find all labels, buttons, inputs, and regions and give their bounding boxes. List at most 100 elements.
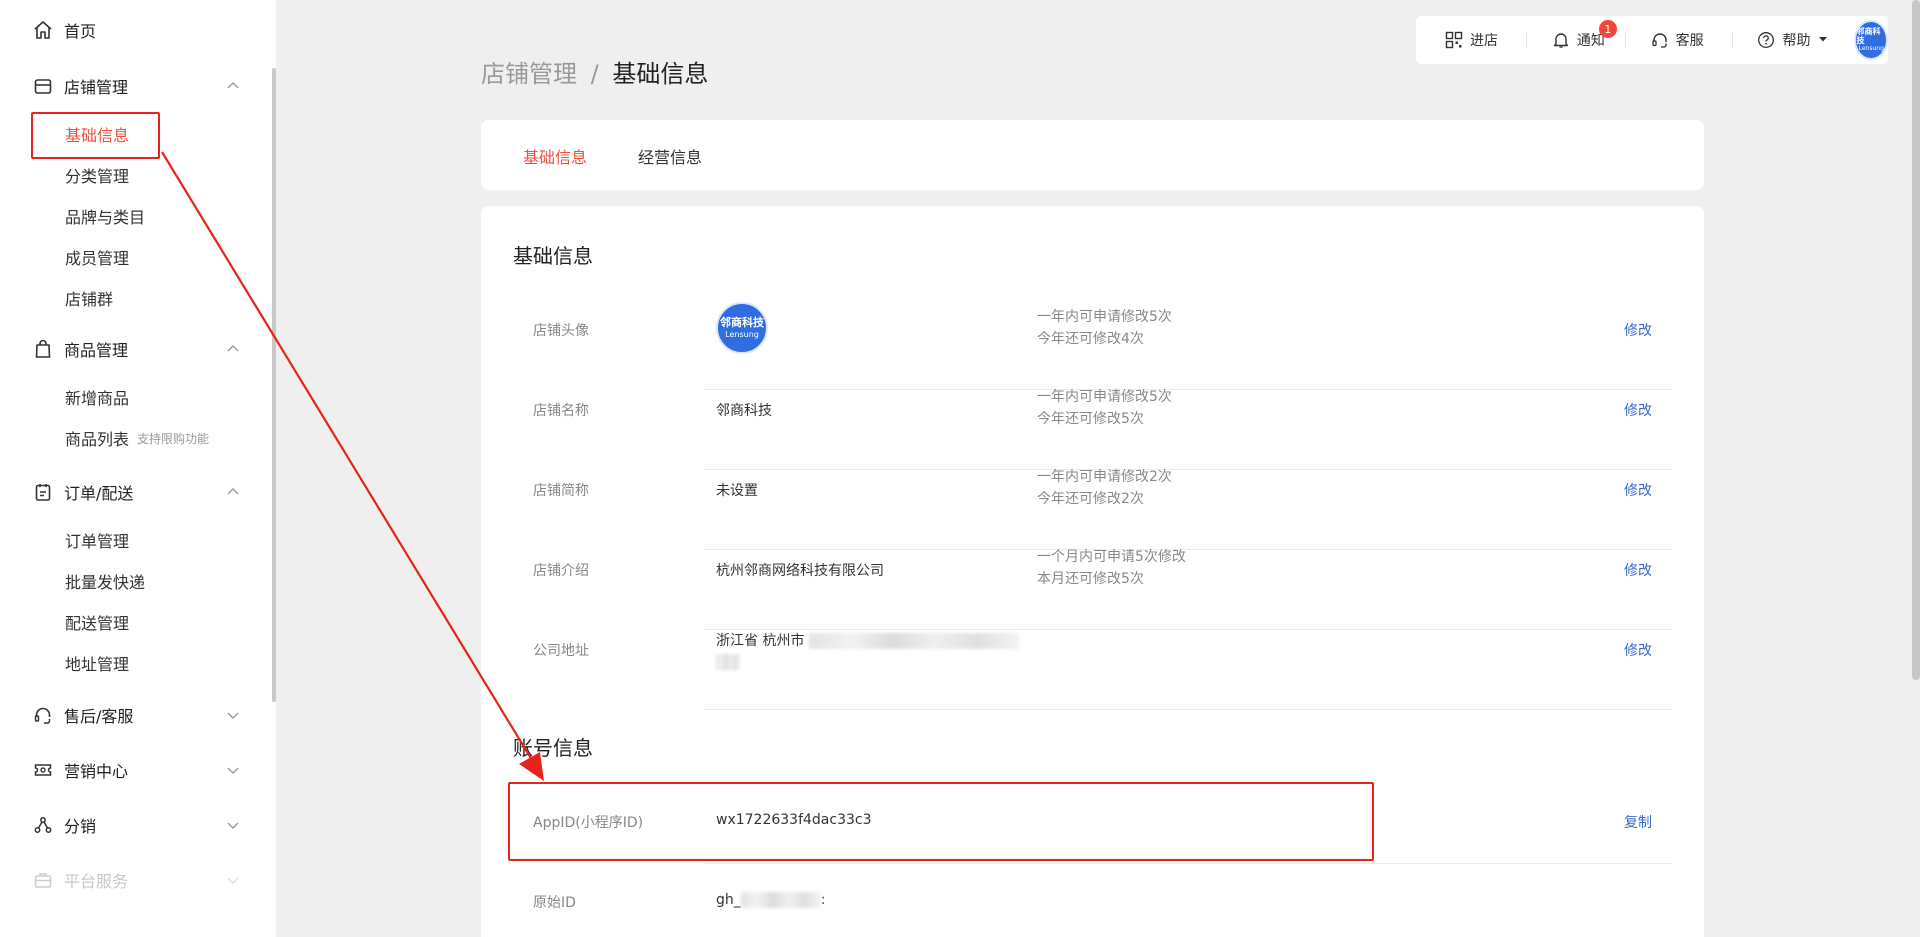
enter-store-label: 进店 — [1470, 33, 1498, 49]
page-scrollbar[interactable] — [1912, 0, 1920, 680]
sidebar-group-label: 营销中心 — [64, 762, 129, 781]
sidebar-item-home[interactable]: 首页 — [32, 15, 240, 45]
sidebar-item-goods-list[interactable]: 商品列表 支持限购功能 — [65, 426, 209, 450]
sidebar-group-after-sales[interactable]: 售后/客服 — [32, 700, 240, 730]
toolbar-divider — [1526, 31, 1527, 49]
edit-avatar-link[interactable]: 修改 — [1624, 320, 1652, 340]
row-label: 店铺介绍 — [533, 563, 589, 579]
question-circle-icon — [1756, 30, 1776, 50]
sidebar-group-platform[interactable]: 平台服务 — [32, 865, 240, 895]
sidebar-item-label: 首页 — [64, 22, 97, 41]
row-label: 公司地址 — [533, 643, 589, 659]
row-label: 店铺简称 — [533, 483, 589, 499]
headset-icon — [1650, 30, 1670, 50]
sidebar-group-label: 分销 — [64, 817, 97, 836]
breadcrumb-current: 基础信息 — [612, 60, 709, 88]
table-row — [704, 470, 1672, 550]
row-value: 邻商科技 — [716, 403, 772, 419]
row-value: 未设置 — [716, 483, 758, 499]
original-id-prefix: gh_ — [716, 892, 741, 908]
user-avatar[interactable]: 邻商科技 Lensung — [1854, 20, 1889, 60]
edit-name-link[interactable]: 修改 — [1624, 400, 1652, 420]
sidebar-group-store[interactable]: 店铺管理 — [32, 71, 240, 101]
section-title-account: 账号信息 — [513, 736, 593, 760]
copy-appid-link[interactable]: 复制 — [1624, 812, 1652, 832]
sidebar-item-delivery[interactable]: 配送管理 — [65, 610, 129, 634]
qr-grid-icon — [1444, 30, 1464, 50]
sidebar-item-store-group[interactable]: 店铺群 — [65, 286, 113, 310]
edit-intro-link[interactable]: 修改 — [1624, 560, 1652, 580]
avatar-subtext: Lensung — [1858, 44, 1884, 52]
sidebar-group-label: 售后/客服 — [64, 707, 134, 726]
chevron-down-icon — [226, 762, 240, 781]
row-note-line: 本月还可修改5次 — [1037, 571, 1144, 587]
row-value: 杭州邻商网络科技有限公司 — [716, 563, 884, 579]
sidebar-group-marketing[interactable]: 营销中心 — [32, 755, 240, 785]
enter-store-button[interactable]: 进店 — [1444, 30, 1498, 50]
address-text: 浙江省 杭州市 — [716, 633, 805, 649]
sidebar-group-goods[interactable]: 商品管理 — [32, 334, 240, 364]
section-title-basic: 基础信息 — [513, 244, 593, 268]
row-note-line: 一个月内可申请5次修改 — [1037, 549, 1186, 565]
avatar-subtext: Lensung — [725, 329, 759, 339]
sidebar-item-brand[interactable]: 品牌与类目 — [65, 204, 145, 228]
breadcrumb-separator: / — [590, 60, 599, 88]
breadcrumb: 店铺管理 / 基础信息 — [481, 54, 708, 89]
share-nodes-icon — [32, 814, 54, 836]
chevron-down-icon — [226, 817, 240, 836]
sidebar-scrollbar[interactable] — [272, 68, 276, 702]
sidebar-item-new-goods[interactable]: 新增商品 — [65, 385, 129, 409]
customer-service-button[interactable]: 客服 — [1650, 30, 1704, 50]
help-dropdown[interactable]: 帮助 — [1756, 30, 1828, 50]
sidebar-group-distribution[interactable]: 分销 — [32, 810, 240, 840]
store-avatar: 邻商科技 Lensung — [716, 302, 768, 354]
row-note: 一年内可申请修改2次 今年还可修改2次 — [1037, 466, 1172, 510]
breadcrumb-parent[interactable]: 店铺管理 — [481, 60, 577, 88]
row-note-line: 一年内可申请修改5次 — [1037, 389, 1172, 405]
sidebar-item-members[interactable]: 成员管理 — [65, 245, 129, 269]
toolbar-divider — [1624, 31, 1626, 49]
sidebar-group-label: 店铺管理 — [64, 78, 129, 97]
redacted-text — [740, 892, 821, 908]
top-toolbar: 进店 通知 1 客服 帮助 邻商科技 Lensung — [1416, 16, 1889, 64]
original-id-suffix: : — [820, 892, 826, 908]
tab-basic-info[interactable]: 基础信息 — [523, 144, 587, 168]
tab-business-info[interactable]: 经营信息 — [638, 144, 702, 168]
store-icon — [32, 75, 54, 97]
redacted-text — [716, 654, 740, 670]
annotation-box-appid — [508, 782, 1374, 861]
edit-short-name-link[interactable]: 修改 — [1624, 480, 1652, 500]
shopping-bag-icon — [32, 338, 54, 360]
chevron-up-icon — [226, 341, 240, 360]
bell-icon — [1551, 30, 1571, 50]
chevron-down-icon — [226, 872, 240, 891]
redacted-text — [808, 633, 1019, 649]
headset-icon — [32, 704, 54, 726]
sidebar-item-address[interactable]: 地址管理 — [65, 651, 129, 675]
sidebar-group-label: 平台服务 — [64, 872, 129, 891]
chevron-down-icon — [226, 707, 240, 726]
help-label: 帮助 — [1782, 33, 1811, 49]
row-value: 浙江省 杭州市 — [716, 630, 1019, 670]
sidebar-group-label: 商品管理 — [64, 341, 129, 360]
sidebar-item-category[interactable]: 分类管理 — [65, 163, 129, 187]
sidebar-item-order-manage[interactable]: 订单管理 — [65, 528, 129, 552]
briefcase-icon — [32, 869, 54, 891]
sidebar-item-label: 商品列表 — [65, 430, 130, 449]
home-icon — [32, 19, 54, 41]
avatar-text: 邻商科技 — [1856, 26, 1881, 45]
sidebar: 首页 店铺管理 基础信息 分类管理 品牌与类目 成员管理 店铺群 商品管理 新增… — [0, 0, 276, 937]
row-label: 原始ID — [533, 895, 576, 911]
row-value: gh_: — [716, 892, 825, 908]
edit-address-link[interactable]: 修改 — [1624, 640, 1652, 660]
sidebar-item-note: 支持限购功能 — [137, 431, 210, 446]
notification-button[interactable]: 通知 1 — [1551, 20, 1617, 50]
chevron-up-icon — [226, 78, 240, 97]
notification-badge: 1 — [1598, 20, 1617, 38]
sidebar-item-bulk-express[interactable]: 批量发快递 — [65, 569, 145, 593]
clipboard-icon — [32, 481, 54, 503]
customer-service-label: 客服 — [1675, 33, 1704, 49]
chevron-up-icon — [226, 484, 240, 503]
ticket-icon — [32, 759, 54, 781]
sidebar-group-orders[interactable]: 订单/配送 — [32, 477, 240, 507]
